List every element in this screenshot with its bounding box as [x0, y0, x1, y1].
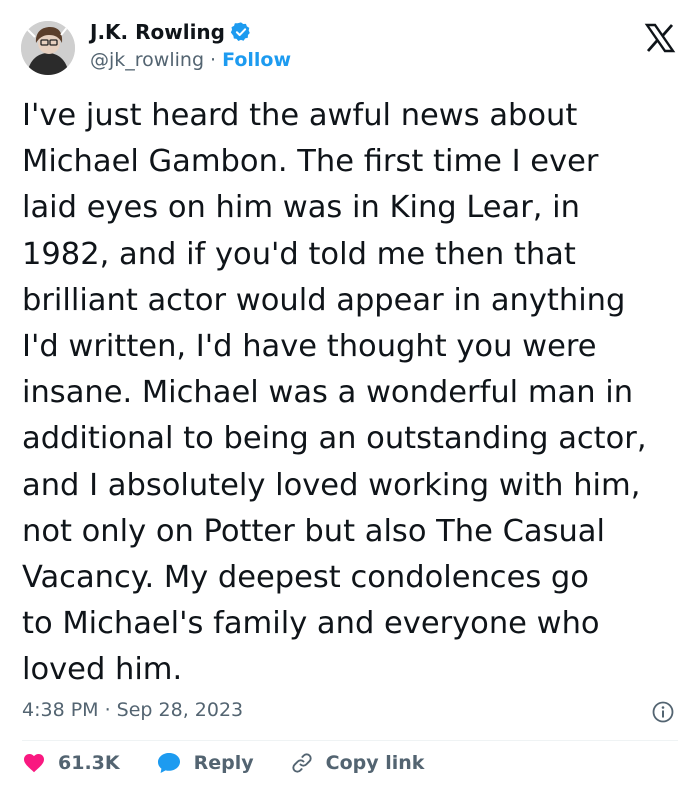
- action-bar: 61.3K Reply Copy link: [22, 748, 460, 778]
- author-name-row: J.K. Rowling: [90, 20, 252, 44]
- copy-link-button[interactable]: Copy link: [290, 751, 425, 775]
- like-button[interactable]: 61.3K: [22, 751, 120, 775]
- like-count: 61.3K: [58, 752, 120, 774]
- author-name[interactable]: J.K. Rowling: [90, 20, 225, 44]
- link-icon: [292, 753, 312, 773]
- verified-badge-icon: [230, 21, 252, 43]
- author-handle[interactable]: @jk_rowling: [90, 49, 204, 71]
- follow-button[interactable]: Follow: [222, 49, 291, 71]
- info-icon[interactable]: [651, 700, 675, 724]
- tweet-card: J.K. Rowling @jk_rowling · Follow I've j…: [0, 0, 700, 790]
- tweet-text: I've just heard the awful news about Mic…: [22, 98, 647, 688]
- handle-separator: ·: [204, 49, 223, 71]
- heart-icon: [24, 754, 44, 773]
- reply-bubble-icon: [157, 753, 180, 773]
- copy-link-label: Copy link: [325, 752, 425, 774]
- tweet-timestamp[interactable]: 4:38 PM · Sep 28, 2023: [22, 699, 243, 721]
- reply-button[interactable]: Reply: [156, 751, 254, 775]
- reply-label: Reply: [193, 752, 254, 774]
- divider: [22, 740, 678, 741]
- avatar[interactable]: [21, 21, 75, 75]
- handle-row: @jk_rowling · Follow: [90, 49, 291, 71]
- x-logo-icon[interactable]: [644, 22, 676, 54]
